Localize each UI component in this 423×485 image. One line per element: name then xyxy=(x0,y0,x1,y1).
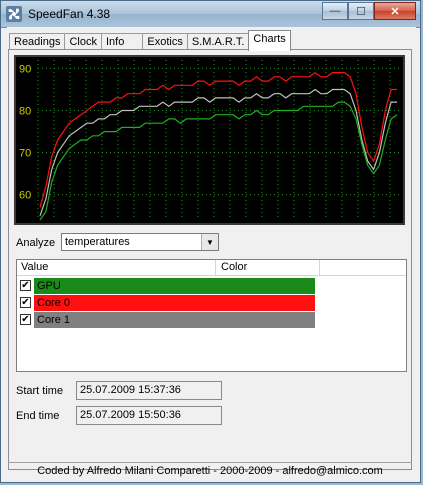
list-item[interactable]: ✔ Core 1 xyxy=(19,312,319,328)
y-tick-label: 90 xyxy=(19,63,31,75)
series-list: Value Color ✔ GPU ✔ Core 0 ✔ Core 1 xyxy=(16,259,407,372)
window-title: SpeedFan 4.38 xyxy=(28,7,111,21)
series-line-gpu xyxy=(39,101,398,221)
y-tick-label: 70 xyxy=(19,148,31,160)
start-time-field[interactable]: 25.07.2009 15:37:36 xyxy=(76,381,222,400)
analyze-select[interactable]: temperatures ▼ xyxy=(61,233,219,251)
chart-canvas: 60 70 80 90 xyxy=(19,60,399,221)
chevron-down-icon[interactable]: ▼ xyxy=(201,234,218,250)
start-time-label: Start time xyxy=(16,385,64,397)
maximize-button[interactable]: ☐ xyxy=(348,2,374,20)
list-header: Value Color xyxy=(17,260,406,276)
end-time-label: End time xyxy=(16,410,60,422)
color-swatch xyxy=(34,278,315,294)
y-tick-label: 80 xyxy=(19,106,31,118)
list-item-label: Core 0 xyxy=(37,297,71,309)
analyze-value: temperatures xyxy=(65,236,130,248)
title-bar[interactable]: SpeedFan 4.38 — ☐ ✕ xyxy=(1,1,420,28)
client-area: Readings Clock Info Exotics S.M.A.R.T. C… xyxy=(7,27,416,479)
column-header-color[interactable]: Color xyxy=(221,261,247,273)
list-item-label: GPU xyxy=(37,280,61,292)
checkbox[interactable]: ✔ xyxy=(20,314,31,325)
close-button[interactable]: ✕ xyxy=(374,2,416,20)
column-header-value[interactable]: Value xyxy=(21,261,48,273)
speedfan-window: SpeedFan 4.38 — ☐ ✕ Readings Clock Info … xyxy=(0,0,421,483)
list-item[interactable]: ✔ Core 0 xyxy=(19,295,319,311)
status-bar: Coded by Alfredo Milani Comparetti - 200… xyxy=(8,462,412,479)
analyze-label: Analyze xyxy=(16,237,56,249)
column-divider[interactable] xyxy=(215,260,216,275)
column-divider[interactable] xyxy=(319,260,320,275)
tab-charts[interactable]: Charts xyxy=(248,30,291,51)
checkbox[interactable]: ✔ xyxy=(20,297,31,308)
color-swatch xyxy=(34,312,315,328)
charts-panel: 60 70 80 90 Analyze temperatures ▼ Value Co… xyxy=(8,49,412,470)
list-item-label: Core 1 xyxy=(37,314,71,326)
minimize-button[interactable]: — xyxy=(322,2,348,20)
series-line-core-0 xyxy=(39,71,397,208)
color-swatch xyxy=(34,295,315,311)
y-tick-label: 60 xyxy=(19,190,31,202)
checkbox[interactable]: ✔ xyxy=(20,280,31,291)
temperature-chart: 60 70 80 90 xyxy=(14,55,405,225)
fan-icon xyxy=(6,6,22,22)
tab-strip: Readings Clock Info Exotics S.M.A.R.T. C… xyxy=(9,30,291,51)
end-time-field[interactable]: 25.07.2009 15:50:36 xyxy=(76,406,222,425)
list-item[interactable]: ✔ GPU xyxy=(19,278,319,294)
